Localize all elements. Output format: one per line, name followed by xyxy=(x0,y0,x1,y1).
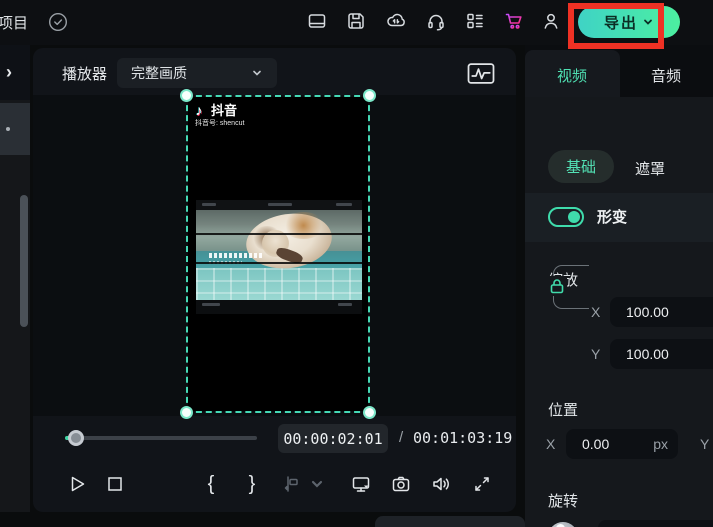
transform-row: 形变 xyxy=(525,193,713,242)
player-panel: 播放器 完整画质 ♪ ♪ ♪ 抖音 抖音号: shencut 00:00:02:… xyxy=(33,48,516,512)
marker-dropdown[interactable] xyxy=(309,472,325,496)
watermark-id: 抖音号: shencut xyxy=(195,120,245,127)
cat-video-content xyxy=(196,210,362,300)
transform-label: 形变 xyxy=(597,209,628,226)
current-timecode[interactable]: 00:00:02:01 xyxy=(278,424,388,453)
display-output-button[interactable] xyxy=(349,472,373,496)
subtab-mask[interactable]: 遮罩 xyxy=(635,158,665,179)
transform-toggle[interactable] xyxy=(548,207,584,227)
quality-dropdown[interactable]: 完整画质 xyxy=(117,58,277,88)
tab-video[interactable]: 视频 xyxy=(557,65,587,86)
scale-y-label: Y xyxy=(591,346,601,362)
sidebar-scrollbar[interactable] xyxy=(20,195,28,327)
stop-icon xyxy=(108,477,122,491)
total-timecode: 00:01:03:19 xyxy=(413,429,513,447)
play-icon xyxy=(71,476,85,492)
resize-handle-bottom-right[interactable] xyxy=(363,406,376,419)
position-label: 位置 xyxy=(548,402,579,419)
fullscreen-icon xyxy=(475,477,489,491)
tiktok-icon: ♪ ♪ ♪ xyxy=(195,101,203,119)
scale-x-label: X xyxy=(591,304,601,320)
mark-out-button[interactable]: } xyxy=(244,472,260,496)
video-caption-marks xyxy=(209,253,263,259)
timecode-separator: / xyxy=(399,429,404,446)
bottom-gap xyxy=(0,512,525,527)
seek-bar[interactable] xyxy=(65,436,257,440)
position-y-label: Y xyxy=(700,436,710,452)
scale-x-field[interactable]: 100.00 xyxy=(610,297,713,327)
position-x-unit: px xyxy=(653,436,668,452)
export-button[interactable]: 导出 xyxy=(578,6,680,38)
player-label: 播放器 xyxy=(62,66,108,83)
check-circle-icon[interactable] xyxy=(47,11,69,33)
subtab-basic[interactable]: 基础 xyxy=(548,150,614,183)
play-button[interactable] xyxy=(65,472,89,496)
volume-icon xyxy=(433,477,449,491)
project-title: 项目 xyxy=(0,15,29,32)
video-ui-bar-bottom xyxy=(196,300,362,314)
marker-icon xyxy=(284,476,298,492)
snapshot-button[interactable] xyxy=(389,472,413,496)
support-icon[interactable] xyxy=(425,10,447,32)
sidebar-selected-item[interactable] xyxy=(0,103,30,155)
resize-handle-top-right[interactable] xyxy=(363,89,376,102)
resize-handle-top-left[interactable] xyxy=(180,89,193,102)
marker-button[interactable] xyxy=(279,472,303,496)
top-toolbar: 项目 导出 xyxy=(0,0,713,45)
sidebar-expand-area: › xyxy=(0,45,30,100)
rotate-dial[interactable] xyxy=(548,522,578,527)
fullscreen-button[interactable] xyxy=(470,472,494,496)
seek-handle[interactable] xyxy=(68,430,84,446)
waveform-icon xyxy=(467,62,495,84)
render-preview-button[interactable] xyxy=(466,60,496,86)
properties-panel: 视频 音频 基础 遮罩 形变 缩放 X 100.00 Y xyxy=(525,45,713,527)
chevron-down-icon xyxy=(644,19,652,25)
chevron-down-icon xyxy=(253,70,261,76)
watermark-brand: 抖音 xyxy=(211,103,238,118)
save-icon[interactable] xyxy=(345,10,367,32)
resize-handle-bottom-left[interactable] xyxy=(180,406,193,419)
mark-in-button[interactable]: { xyxy=(203,472,219,496)
cart-icon[interactable] xyxy=(503,10,525,32)
expand-panel-icon[interactable]: › xyxy=(6,62,12,83)
volume-button[interactable] xyxy=(429,472,453,496)
tiktok-watermark: ♪ ♪ ♪ 抖音 xyxy=(195,100,237,119)
preview-canvas[interactable]: ♪ ♪ ♪ 抖音 抖音号: shencut xyxy=(33,89,516,419)
lock-icon xyxy=(550,279,564,294)
scale-lock-button[interactable] xyxy=(547,276,567,296)
scale-y-field[interactable]: 100.00 xyxy=(610,339,713,369)
sidebar-item-dot xyxy=(6,127,10,131)
stop-button[interactable] xyxy=(103,472,127,496)
account-icon[interactable] xyxy=(540,10,562,32)
properties-content: 基础 遮罩 形变 缩放 X 100.00 Y 100.00 xyxy=(525,97,713,527)
display-icon xyxy=(352,477,370,492)
app-window: 项目 导出 › 播放器 完整画质 ♪ ♪ ♪ 抖音 抖音号: shencut 0… xyxy=(0,0,713,527)
tab-audio[interactable]: 音频 xyxy=(651,65,681,86)
rotate-label: 旋转 xyxy=(548,493,579,510)
chevron-down-icon xyxy=(311,480,323,488)
left-sidebar-collapsed: › xyxy=(0,45,30,527)
quality-dropdown-value: 完整画质 xyxy=(131,65,187,81)
video-clip-frame[interactable]: ♪ ♪ ♪ 抖音 抖音号: shencut xyxy=(180,89,376,419)
layout-icon[interactable] xyxy=(306,10,328,32)
cloud-sync-icon[interactable] xyxy=(385,10,407,32)
position-x-field[interactable]: 0.00 px xyxy=(566,429,678,459)
timeline-panel-edge xyxy=(375,516,525,527)
export-button-label: 导出 xyxy=(603,14,638,32)
snapshot-icon xyxy=(392,476,410,492)
position-x-label: X xyxy=(546,436,556,452)
apps-icon[interactable] xyxy=(464,10,486,32)
video-ui-bar-top xyxy=(196,200,362,210)
rotate-field[interactable]: 0.00° xyxy=(598,520,713,527)
